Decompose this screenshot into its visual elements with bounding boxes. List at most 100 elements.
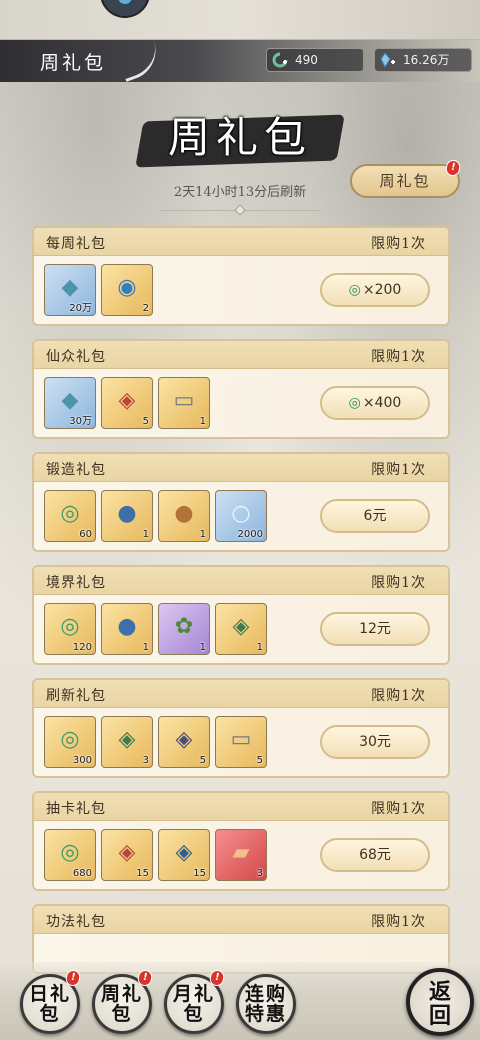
- reward-item[interactable]: ◎ 120: [44, 603, 96, 655]
- page-title: 周礼包: [167, 113, 312, 162]
- jade-ring-icon: ◎: [60, 727, 80, 752]
- pack-card: 每周礼包 限购1次 ◆ 20万 ◉ 2 ◎ ×200: [32, 226, 450, 326]
- reward-item[interactable]: ▰ 3: [215, 829, 267, 881]
- reward-item[interactable]: ◈ 1: [215, 603, 267, 655]
- reward-item[interactable]: ◎ 60: [44, 490, 96, 542]
- reward-item[interactable]: ▭ 5: [215, 716, 267, 768]
- price-label: ×200: [362, 282, 402, 298]
- item-count: 1: [199, 642, 206, 653]
- pack-name: 抽卡礼包: [46, 801, 106, 817]
- blue-pouch-icon: ●: [117, 501, 137, 526]
- pack-header: 锻造礼包 限购1次: [34, 454, 448, 482]
- reward-item[interactable]: ◎ 300: [44, 716, 96, 768]
- pack-header: 功法礼包 限购1次: [34, 906, 448, 934]
- pack-name: 锻造礼包: [46, 462, 106, 478]
- buy-button[interactable]: ◎ ×200: [320, 273, 430, 307]
- purchase-limit: 限购1次: [371, 236, 426, 252]
- pack-card: 锻造礼包 限购1次 ◎ 60 ● 1 ● 1 ○ 2000 6元: [32, 452, 450, 552]
- reward-item[interactable]: ◎ 680: [44, 829, 96, 881]
- nav-continuous-deal[interactable]: 连购特惠: [236, 974, 296, 1034]
- price-label: 6元: [363, 508, 387, 524]
- pack-name: 每周礼包: [46, 236, 106, 252]
- weekly-tab-button[interactable]: 周礼包: [350, 164, 460, 198]
- reward-item[interactable]: ○ 2000: [215, 490, 267, 542]
- item-count: 1: [142, 642, 149, 653]
- item-count: 1: [256, 642, 263, 653]
- purple-token-icon: ◈: [175, 727, 193, 752]
- reward-item[interactable]: ● 1: [101, 490, 153, 542]
- pack-name: 仙众礼包: [46, 349, 106, 365]
- jade-ring-icon: ◎: [60, 840, 80, 865]
- reward-item[interactable]: ◈ 15: [101, 829, 153, 881]
- buy-button[interactable]: 30元: [320, 725, 430, 759]
- reward-items: ◎ 60 ● 1 ● 1 ○ 2000: [44, 490, 267, 542]
- crystal-shard-icon: ◆: [61, 275, 79, 300]
- pack-card: 刷新礼包 限购1次 ◎ 300 ◈ 3 ◈ 5 ▭ 5 30元: [32, 678, 450, 778]
- pack-card: 抽卡礼包 限购1次 ◎ 680 ◈ 15 ◈ 15 ▰ 3 68元: [32, 791, 450, 891]
- reward-item[interactable]: ● 1: [158, 490, 210, 542]
- reward-item[interactable]: ◈ 15: [158, 829, 210, 881]
- reward-items: ◆ 30万 ◈ 5 ▭ 1: [44, 377, 210, 429]
- purchase-limit: 限购1次: [371, 688, 426, 704]
- buy-button[interactable]: 68元: [320, 838, 430, 872]
- jade-value: 490: [295, 53, 318, 67]
- item-count: 2000: [237, 529, 263, 540]
- reward-item[interactable]: ◉ 2: [101, 264, 153, 316]
- swirl-decoration-icon: [116, 40, 164, 82]
- reward-item[interactable]: ◆ 20万: [44, 264, 96, 316]
- red-card-icon: ▰: [232, 840, 250, 865]
- reward-items: ◎ 120 ● 1 ✿ 1 ◈ 1: [44, 603, 267, 655]
- reward-item[interactable]: ◈ 5: [101, 377, 153, 429]
- back-button[interactable]: 返回: [406, 968, 474, 1036]
- header-title: 周礼包: [40, 52, 107, 74]
- price-label: ×400: [362, 395, 402, 411]
- item-count: 1: [199, 416, 206, 427]
- red-token-icon: ◈: [118, 840, 136, 865]
- price-label: 30元: [359, 734, 391, 750]
- item-count: 15: [136, 868, 149, 879]
- pack-header: 抽卡礼包 限购1次: [34, 793, 448, 821]
- item-count: 60: [79, 529, 92, 540]
- buy-button[interactable]: ◎ ×400: [320, 386, 430, 420]
- pack-list: 每周礼包 限购1次 ◆ 20万 ◉ 2 ◎ ×200 仙众礼包 限购1次 ◆ 30万 ◈ 5 ▭ 1 ◎ ×400…: [32, 226, 450, 974]
- pack-body: ◎ 120 ● 1 ✿ 1 ◈ 1 12元: [34, 595, 448, 663]
- reward-item[interactable]: ◈ 5: [158, 716, 210, 768]
- item-count: 120: [72, 642, 92, 653]
- buy-button[interactable]: 12元: [320, 612, 430, 646]
- green-token-icon: ◈: [232, 614, 250, 639]
- reward-item[interactable]: ◆ 30万: [44, 377, 96, 429]
- item-count: 5: [256, 755, 263, 766]
- item-count: 15: [193, 868, 206, 879]
- spirit-stone-icon: [380, 52, 395, 68]
- jade-icon: [272, 52, 288, 68]
- pack-body: ◎ 300 ◈ 3 ◈ 5 ▭ 5 30元: [34, 708, 448, 776]
- purchase-limit: 限购1次: [371, 575, 426, 591]
- reward-item[interactable]: ● 1: [101, 603, 153, 655]
- item-count: 3: [256, 868, 263, 879]
- refresh-timer: 2天14小时13分后刷新: [173, 185, 307, 200]
- reward-items: ◆ 20万 ◉ 2: [44, 264, 153, 316]
- pack-name: 刷新礼包: [46, 688, 106, 704]
- buy-button[interactable]: 6元: [320, 499, 430, 533]
- reward-item[interactable]: ▭ 1: [158, 377, 210, 429]
- reward-item[interactable]: ◈ 3: [101, 716, 153, 768]
- purchase-limit: 限购1次: [371, 914, 426, 930]
- spirit-stone-value: 16.26万: [403, 53, 450, 67]
- pack-header: 每周礼包 限购1次: [34, 228, 448, 256]
- scroll-icon: ▭: [230, 727, 252, 752]
- reward-item[interactable]: ✿ 1: [158, 603, 210, 655]
- pack-body: ◎ 680 ◈ 15 ◈ 15 ▰ 3 68元: [34, 821, 448, 889]
- moon-orb-icon: ◉: [117, 275, 137, 300]
- nav-continuous-label: 连购特惠: [244, 983, 287, 1025]
- player-avatar[interactable]: [100, 0, 150, 18]
- item-count: 2: [142, 303, 149, 314]
- item-count: 5: [142, 416, 149, 427]
- pack-body: ◆ 30万 ◈ 5 ▭ 1 ◎ ×400: [34, 369, 448, 437]
- top-strip: [0, 0, 480, 40]
- jade-resource[interactable]: 490: [266, 48, 364, 72]
- scroll-icon: ▭: [173, 388, 195, 413]
- reward-items: ◎ 300 ◈ 3 ◈ 5 ▭ 5: [44, 716, 267, 768]
- spirit-stone-resource[interactable]: 16.26万: [374, 48, 472, 72]
- brown-pouch-icon: ●: [174, 501, 194, 526]
- pack-header: 仙众礼包 限购1次: [34, 341, 448, 369]
